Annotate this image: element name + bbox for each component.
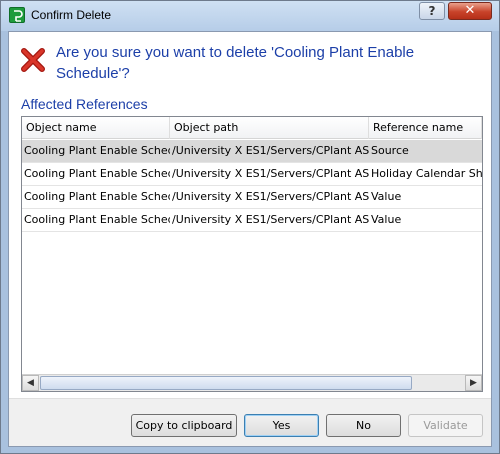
title-bar[interactable]: Confirm Delete ? ✕ [1, 1, 499, 31]
copy-to-clipboard-button[interactable]: Copy to clipboard [131, 414, 237, 437]
cell-reference-name: Source [371, 144, 409, 157]
table-row[interactable]: Cooling Plant Enable Schedule /Universit… [22, 209, 482, 232]
horizontal-scrollbar[interactable]: ◀ ▶ [22, 374, 482, 391]
dialog-content: Are you sure you want to delete 'Cooling… [9, 32, 491, 398]
yes-button[interactable]: Yes [244, 414, 319, 437]
references-table[interactable]: Object name Object path Reference name C… [21, 116, 483, 392]
button-bar: Copy to clipboard Yes No Validate [9, 398, 491, 446]
table-row[interactable]: Cooling Plant Enable Schedule /Universit… [22, 140, 482, 163]
cell-reference-name: Value [371, 213, 402, 226]
confirm-delete-window: Confirm Delete ? ✕ Are you sure you want… [0, 0, 500, 454]
no-button[interactable]: No [326, 414, 401, 437]
cell-object-path: /University X ES1/Servers/CPlant AS/C... [172, 190, 369, 203]
cell-object-path: /University X ES1/Servers/CPlant AS/C... [172, 167, 369, 180]
cell-object-name: Cooling Plant Enable Schedule [24, 213, 170, 226]
scroll-left-icon[interactable]: ◀ [22, 375, 39, 391]
cell-object-path: /University X ES1/Servers/CPlant AS/C... [172, 144, 369, 157]
column-header-reference-name[interactable]: Reference name [369, 117, 482, 139]
app-icon [9, 7, 25, 23]
cell-reference-name: Value [371, 190, 402, 203]
window-title: Confirm Delete [31, 8, 112, 22]
cell-object-path: /University X ES1/Servers/CPlant AS/C... [172, 213, 369, 226]
table-header: Object name Object path Reference name [22, 117, 482, 139]
cell-reference-name: Holiday Calendar Shado [371, 167, 482, 180]
column-header-object-name[interactable]: Object name [22, 117, 170, 139]
column-header-object-path[interactable]: Object path [170, 117, 369, 139]
help-button[interactable]: ? [419, 2, 445, 20]
table-row[interactable]: Cooling Plant Enable Schedule /Universit… [22, 186, 482, 209]
table-row[interactable]: Cooling Plant Enable Schedule /Universit… [22, 163, 482, 186]
scroll-right-icon[interactable]: ▶ [465, 375, 482, 391]
confirmation-question: Are you sure you want to delete 'Cooling… [56, 44, 415, 82]
cell-object-name: Cooling Plant Enable Schedule [24, 167, 170, 180]
affected-references-label: Affected References [21, 96, 148, 112]
dialog-client: Are you sure you want to delete 'Cooling… [8, 31, 492, 447]
close-button[interactable]: ✕ [448, 2, 492, 20]
cell-object-name: Cooling Plant Enable Schedule [24, 190, 170, 203]
cell-object-name: Cooling Plant Enable Schedule [24, 144, 170, 157]
scrollbar-thumb[interactable] [40, 376, 412, 390]
validate-button[interactable]: Validate [408, 414, 483, 437]
red-x-icon [21, 48, 45, 72]
